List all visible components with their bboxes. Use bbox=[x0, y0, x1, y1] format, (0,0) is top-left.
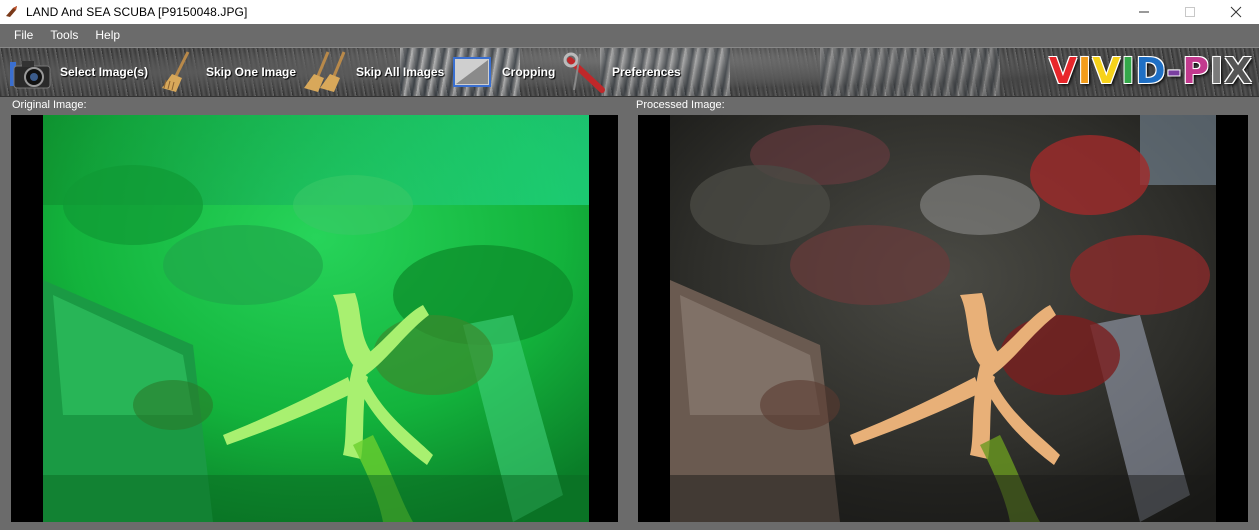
original-image-panel bbox=[11, 115, 618, 522]
skip-one-image-button[interactable]: Skip One Image bbox=[158, 48, 296, 96]
preferences-label: Preferences bbox=[612, 65, 681, 79]
brooms-icon bbox=[304, 51, 346, 92]
logo-letter: I bbox=[1077, 51, 1093, 92]
logo-letter: - bbox=[1166, 51, 1183, 92]
fish-icon bbox=[6, 6, 17, 17]
toolbar-background-surf bbox=[820, 48, 1000, 96]
menu-file[interactable]: File bbox=[0, 28, 42, 42]
processed-image-label: Processed Image: bbox=[636, 99, 725, 111]
window-title: LAND And SEA SCUBA [P9150048.JPG] bbox=[26, 5, 248, 19]
cropping-button[interactable]: Cropping bbox=[450, 48, 555, 96]
vivid-pix-logo: VIVID-PIX bbox=[1049, 52, 1253, 92]
wrench-icon bbox=[563, 52, 605, 93]
cropping-label: Cropping bbox=[502, 65, 556, 79]
minimize-icon[interactable] bbox=[1121, 0, 1167, 24]
toolbar: Select Image(s) Skip One Image Skip All … bbox=[0, 47, 1259, 97]
skip-one-image-label: Skip One Image bbox=[206, 65, 297, 79]
broom-icon bbox=[162, 51, 190, 92]
title-bar: LAND And SEA SCUBA [P9150048.JPG] bbox=[0, 0, 1259, 24]
camera-icon bbox=[10, 61, 51, 89]
menu-help[interactable]: Help bbox=[87, 28, 129, 42]
original-image bbox=[43, 115, 589, 522]
select-images-label: Select Image(s) bbox=[60, 65, 149, 79]
close-icon[interactable] bbox=[1213, 0, 1259, 24]
skip-all-images-button[interactable]: Skip All Images bbox=[304, 48, 444, 96]
logo-letter: I bbox=[1209, 51, 1225, 92]
logo-letter: I bbox=[1121, 51, 1136, 92]
select-images-button[interactable]: Select Image(s) bbox=[8, 48, 148, 96]
maximize-icon[interactable] bbox=[1167, 0, 1213, 24]
logo-letter: D bbox=[1135, 51, 1167, 92]
logo-letter: P bbox=[1182, 51, 1210, 92]
preferences-button[interactable]: Preferences bbox=[562, 48, 681, 96]
processed-image-panel bbox=[638, 115, 1248, 522]
logo-letter: V bbox=[1049, 51, 1078, 92]
processed-image bbox=[670, 115, 1216, 522]
menu-bar: File Tools Help bbox=[0, 24, 1259, 46]
logo-letter: V bbox=[1092, 51, 1122, 92]
skip-all-images-label: Skip All Images bbox=[356, 65, 445, 79]
crop-icon bbox=[453, 57, 491, 87]
window-controls bbox=[1121, 0, 1259, 24]
logo-letter: X bbox=[1224, 51, 1253, 92]
menu-tools[interactable]: Tools bbox=[42, 28, 87, 42]
original-image-label: Original Image: bbox=[12, 99, 87, 111]
